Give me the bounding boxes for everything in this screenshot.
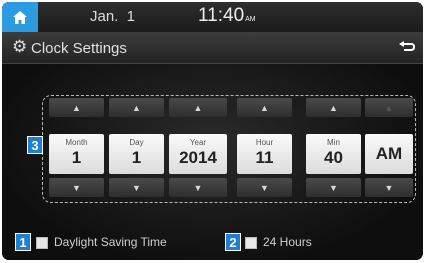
arrow-down-icon: ▼ <box>329 182 338 193</box>
status-date: Jan. 1 <box>90 8 136 25</box>
ampm-cell[interactable]: AM <box>365 134 413 174</box>
page-title: Clock Settings <box>31 40 127 57</box>
year-up-button[interactable]: ▲ <box>169 98 227 117</box>
arrow-down-icon: ▼ <box>384 182 394 193</box>
gear-icon: ⚙ <box>12 37 28 56</box>
min-value: 40 <box>324 148 343 167</box>
back-button[interactable] <box>394 35 420 59</box>
hour-cell[interactable]: Hour 11 <box>237 134 292 174</box>
hour-down-button[interactable]: ▼ <box>237 178 292 197</box>
hour-up-button[interactable]: ▲ <box>237 98 292 117</box>
month-cell[interactable]: Month 1 <box>49 134 104 174</box>
arrow-down-icon: ▼ <box>260 182 269 193</box>
ampm-down-button[interactable]: ▼ <box>365 178 413 197</box>
min-down-button[interactable]: ▼ <box>306 178 361 197</box>
hour-value: 11 <box>255 148 274 167</box>
month-down-button[interactable]: ▼ <box>49 178 104 197</box>
month-up-button[interactable]: ▲ <box>49 98 104 117</box>
home-icon <box>13 10 27 24</box>
hours-24-checkbox[interactable] <box>245 237 257 249</box>
status-time: 11:40AM <box>198 5 256 27</box>
status-bar: Jan. 1 11:40AM <box>2 2 423 32</box>
daylight-saving-label[interactable]: Daylight Saving Time <box>54 235 167 249</box>
screen: Jan. 1 11:40AM ⚙ Clock Settings ▲ ▲ ▲ ▲ … <box>2 2 423 260</box>
year-value: 2014 <box>179 148 217 167</box>
year-down-button[interactable]: ▼ <box>169 178 227 197</box>
arrow-down-icon: ▼ <box>132 182 141 193</box>
back-icon <box>399 41 415 51</box>
year-label: Year <box>189 138 207 147</box>
home-button[interactable] <box>2 2 38 32</box>
year-cell[interactable]: Year 2014 <box>169 134 227 174</box>
ampm-up-button[interactable]: ▲ <box>365 98 413 117</box>
day-label: Day <box>129 138 144 147</box>
arrow-up-icon: ▲ <box>260 102 269 113</box>
hours-24-label[interactable]: 24 Hours <box>263 235 312 249</box>
status-time-suffix: AM <box>245 16 256 23</box>
min-up-button[interactable]: ▲ <box>306 98 361 117</box>
day-value: 1 <box>131 148 142 167</box>
arrow-up-icon: ▲ <box>132 102 141 113</box>
daylight-saving-checkbox[interactable] <box>36 237 48 249</box>
hours24-badge: 2 <box>225 233 241 251</box>
arrow-down-icon: ▼ <box>193 182 203 193</box>
arrow-up-icon: ▲ <box>193 102 203 113</box>
day-up-button[interactable]: ▲ <box>109 98 164 117</box>
month-label: Month <box>65 138 88 147</box>
min-cell[interactable]: Min 40 <box>306 134 361 174</box>
month-value: 1 <box>71 148 82 167</box>
daylight-badge: 1 <box>15 233 31 251</box>
arrow-up-icon: ▲ <box>72 102 81 113</box>
arrow-up-icon: ▲ <box>329 102 338 113</box>
hour-label: Hour <box>255 138 274 147</box>
title-bar: ⚙ Clock Settings <box>2 32 423 64</box>
arrow-up-icon: ▲ <box>384 102 394 113</box>
ampm-value: AM <box>375 144 403 163</box>
day-down-button[interactable]: ▼ <box>109 178 164 197</box>
day-cell[interactable]: Day 1 <box>109 134 164 174</box>
min-label: Min <box>327 138 340 147</box>
arrow-down-icon: ▼ <box>72 182 81 193</box>
picker-badge: 3 <box>27 136 43 154</box>
status-time-value: 11:40 <box>198 5 245 26</box>
